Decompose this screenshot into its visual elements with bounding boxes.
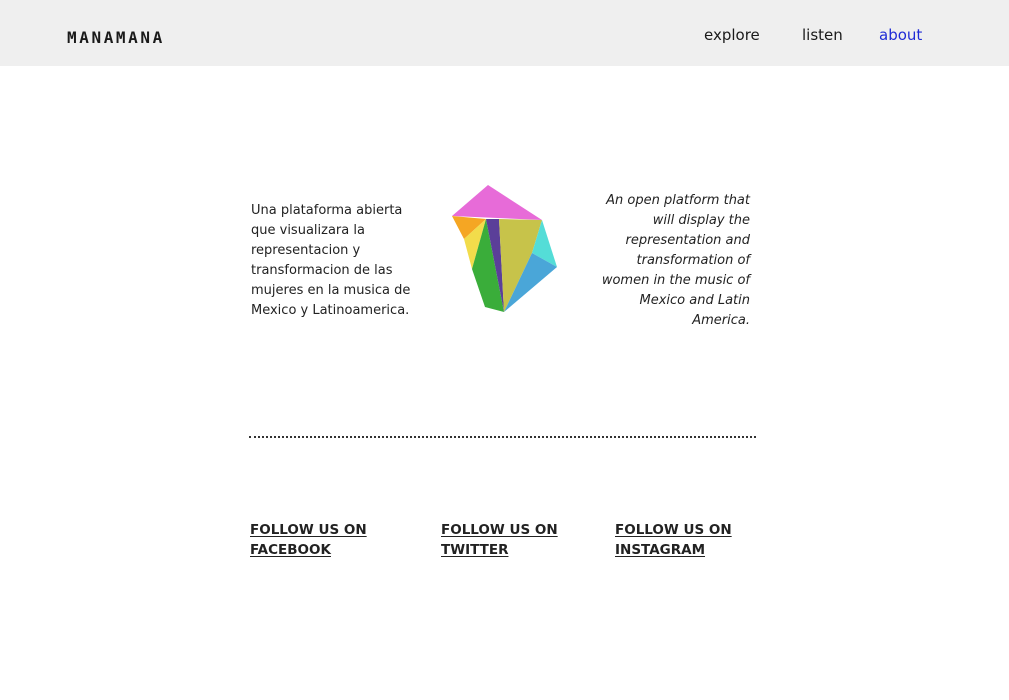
- top-navigation-bar: MANAMANA explore listen about: [0, 0, 1009, 66]
- intro-english-text: An open platform that will display the r…: [601, 193, 750, 328]
- nav-explore-link[interactable]: explore: [704, 25, 760, 45]
- nav-listen-link[interactable]: listen: [802, 25, 843, 45]
- intro-spanish-text: Una plataforma abierta que visualizara l…: [251, 203, 411, 318]
- follow-instagram-link[interactable]: FOLLOW US ON INSTAGRAM: [615, 520, 732, 560]
- dotted-divider: [249, 436, 756, 438]
- brand-logo[interactable]: MANAMANA: [67, 27, 165, 49]
- follow-twitter-line2: TWITTER: [441, 542, 509, 558]
- follow-instagram-line2: INSTAGRAM: [615, 542, 706, 558]
- gem-logo-icon: [452, 185, 557, 312]
- follow-twitter-link[interactable]: FOLLOW US ON TWITTER: [441, 520, 558, 560]
- follow-twitter-line1: FOLLOW US ON: [441, 522, 558, 538]
- follow-facebook-line1: FOLLOW US ON: [250, 522, 367, 538]
- follow-facebook-link[interactable]: FOLLOW US ON FACEBOOK: [250, 520, 367, 560]
- follow-instagram-line1: FOLLOW US ON: [615, 522, 732, 538]
- follow-facebook-line2: FACEBOOK: [250, 542, 331, 558]
- nav-about-link[interactable]: about: [879, 25, 922, 45]
- gem-facet-top: [452, 185, 542, 220]
